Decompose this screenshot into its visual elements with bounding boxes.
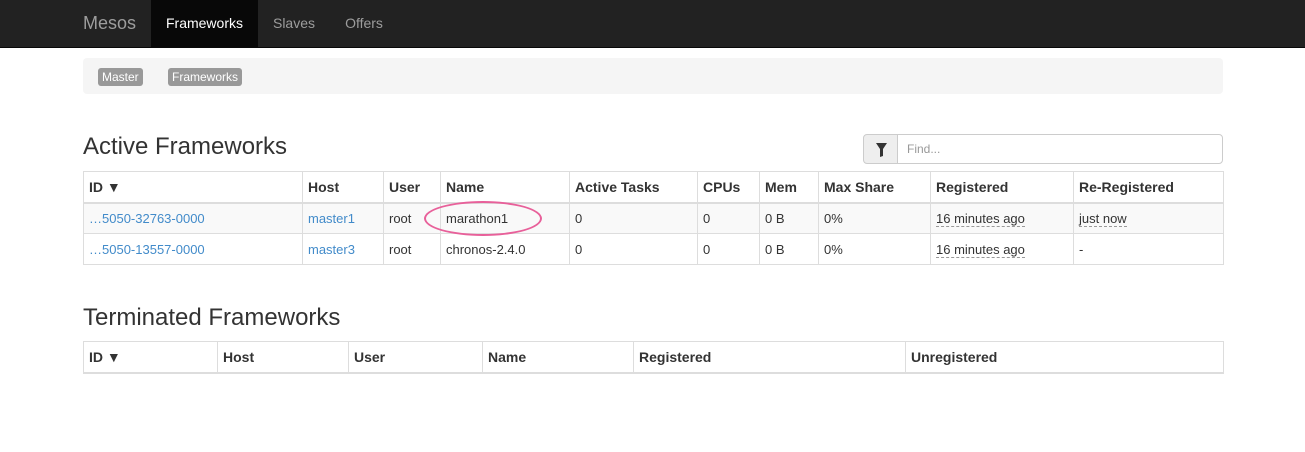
registered-time[interactable]: 16 minutes ago xyxy=(936,241,1025,258)
framework-id-link[interactable]: …5050-13557-0000 xyxy=(89,242,205,257)
max-share-cell: 0% xyxy=(818,233,931,265)
mem-cell: 0 B xyxy=(759,233,819,265)
mem-cell: 0 B xyxy=(759,202,819,234)
nav-offers[interactable]: Offers xyxy=(330,0,398,48)
user-cell: root xyxy=(383,233,441,265)
active-frameworks-heading: Active Frameworks xyxy=(83,133,288,160)
column-registered[interactable]: Registered xyxy=(930,171,1074,204)
filter-input[interactable] xyxy=(897,134,1223,164)
table-header-row: ID ▼ Host User Name Registered Unregiste… xyxy=(83,341,1224,374)
breadcrumb-frameworks[interactable]: Frameworks xyxy=(168,68,243,86)
filter-button[interactable] xyxy=(863,134,898,164)
registered-time[interactable]: 16 minutes ago xyxy=(936,210,1025,227)
column-unregistered[interactable]: Unregistered xyxy=(905,341,1224,374)
column-reregistered[interactable]: Re-Registered xyxy=(1073,171,1224,204)
column-cpus[interactable]: CPUs xyxy=(697,171,760,204)
column-name[interactable]: Name xyxy=(482,341,634,374)
column-active-tasks[interactable]: Active Tasks xyxy=(569,171,698,204)
terminated-frameworks-heading: Terminated Frameworks xyxy=(83,304,341,331)
table-row: …5050-32763-0000 master1 root marathon1 … xyxy=(83,202,1224,234)
active-tasks-cell: 0 xyxy=(569,202,698,234)
reregistered-time[interactable]: just now xyxy=(1079,210,1127,227)
reregistered-cell: - xyxy=(1073,233,1224,265)
column-mem[interactable]: Mem xyxy=(759,171,819,204)
column-name[interactable]: Name xyxy=(440,171,570,204)
column-max-share[interactable]: Max Share xyxy=(818,171,931,204)
name-cell: chronos-2.4.0 xyxy=(440,233,570,265)
filter-icon xyxy=(876,143,887,157)
cpus-cell: 0 xyxy=(697,202,760,234)
nav-slaves[interactable]: Slaves xyxy=(258,0,330,48)
brand-logo[interactable]: Mesos xyxy=(83,13,136,33)
highlight-annotation xyxy=(424,201,542,236)
host-link[interactable]: master1 xyxy=(308,211,355,226)
host-link[interactable]: master3 xyxy=(308,242,355,257)
active-tasks-cell: 0 xyxy=(569,233,698,265)
column-host[interactable]: Host xyxy=(302,171,384,204)
max-share-cell: 0% xyxy=(818,202,931,234)
column-id[interactable]: ID ▼ xyxy=(83,341,218,374)
framework-id-link[interactable]: …5050-32763-0000 xyxy=(89,211,205,226)
column-host[interactable]: Host xyxy=(217,341,349,374)
framework-filter xyxy=(863,134,1223,164)
table-header-row: ID ▼ Host User Name Active Tasks CPUs Me… xyxy=(83,171,1224,204)
breadcrumb: Master / Frameworks xyxy=(83,58,1223,94)
terminated-frameworks-table: ID ▼ Host User Name Registered Unregiste… xyxy=(83,341,1224,374)
breadcrumb-master[interactable]: Master xyxy=(98,68,143,86)
top-navbar: Mesos Frameworks Slaves Offers xyxy=(0,0,1305,48)
active-frameworks-table: ID ▼ Host User Name Active Tasks CPUs Me… xyxy=(83,171,1224,265)
column-registered[interactable]: Registered xyxy=(633,341,906,374)
cpus-cell: 0 xyxy=(697,233,760,265)
column-id[interactable]: ID ▼ xyxy=(83,171,303,204)
column-user[interactable]: User xyxy=(348,341,483,374)
table-row: …5050-13557-0000 master3 root chronos-2.… xyxy=(83,233,1224,265)
column-user[interactable]: User xyxy=(383,171,441,204)
nav-frameworks[interactable]: Frameworks xyxy=(151,0,258,48)
